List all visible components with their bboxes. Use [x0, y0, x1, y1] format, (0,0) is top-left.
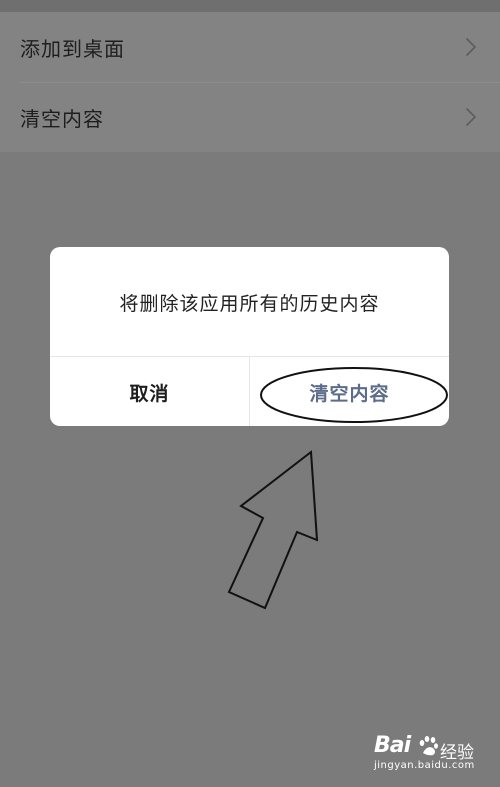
confirm-clear-dialog: 将删除该应用所有的历史内容 取消 清空内容 [50, 247, 449, 426]
settings-menu-list: 添加到桌面 清空内容 [0, 12, 500, 152]
watermark-brand: Bai [374, 733, 411, 758]
menu-item-add-to-desktop[interactable]: 添加到桌面 [0, 12, 500, 82]
screen: { "menu": { "items": [ { "label": "添加到桌面… [0, 0, 500, 787]
menu-item-label: 清空内容 [20, 106, 104, 131]
chevron-right-icon [466, 38, 476, 56]
dialog-actions: 取消 清空内容 [50, 356, 449, 426]
clear-content-button[interactable]: 清空内容 [249, 357, 449, 426]
status-strip [0, 0, 500, 12]
watermark-url: jingyan.baidu.com [374, 760, 475, 771]
pointer-arrow-annotation [227, 450, 319, 610]
paw-icon [419, 736, 438, 756]
cancel-button[interactable]: 取消 [50, 357, 249, 426]
baidu-jingyan-watermark: Bai 经验 jingyan.baidu.com [374, 733, 486, 773]
menu-item-label: 添加到桌面 [20, 36, 125, 61]
menu-item-clear-content[interactable]: 清空内容 [0, 82, 500, 152]
clear-content-button-label: 清空内容 [309, 382, 390, 405]
dialog-message: 将删除该应用所有的历史内容 [119, 292, 380, 315]
chevron-right-icon [466, 108, 476, 126]
